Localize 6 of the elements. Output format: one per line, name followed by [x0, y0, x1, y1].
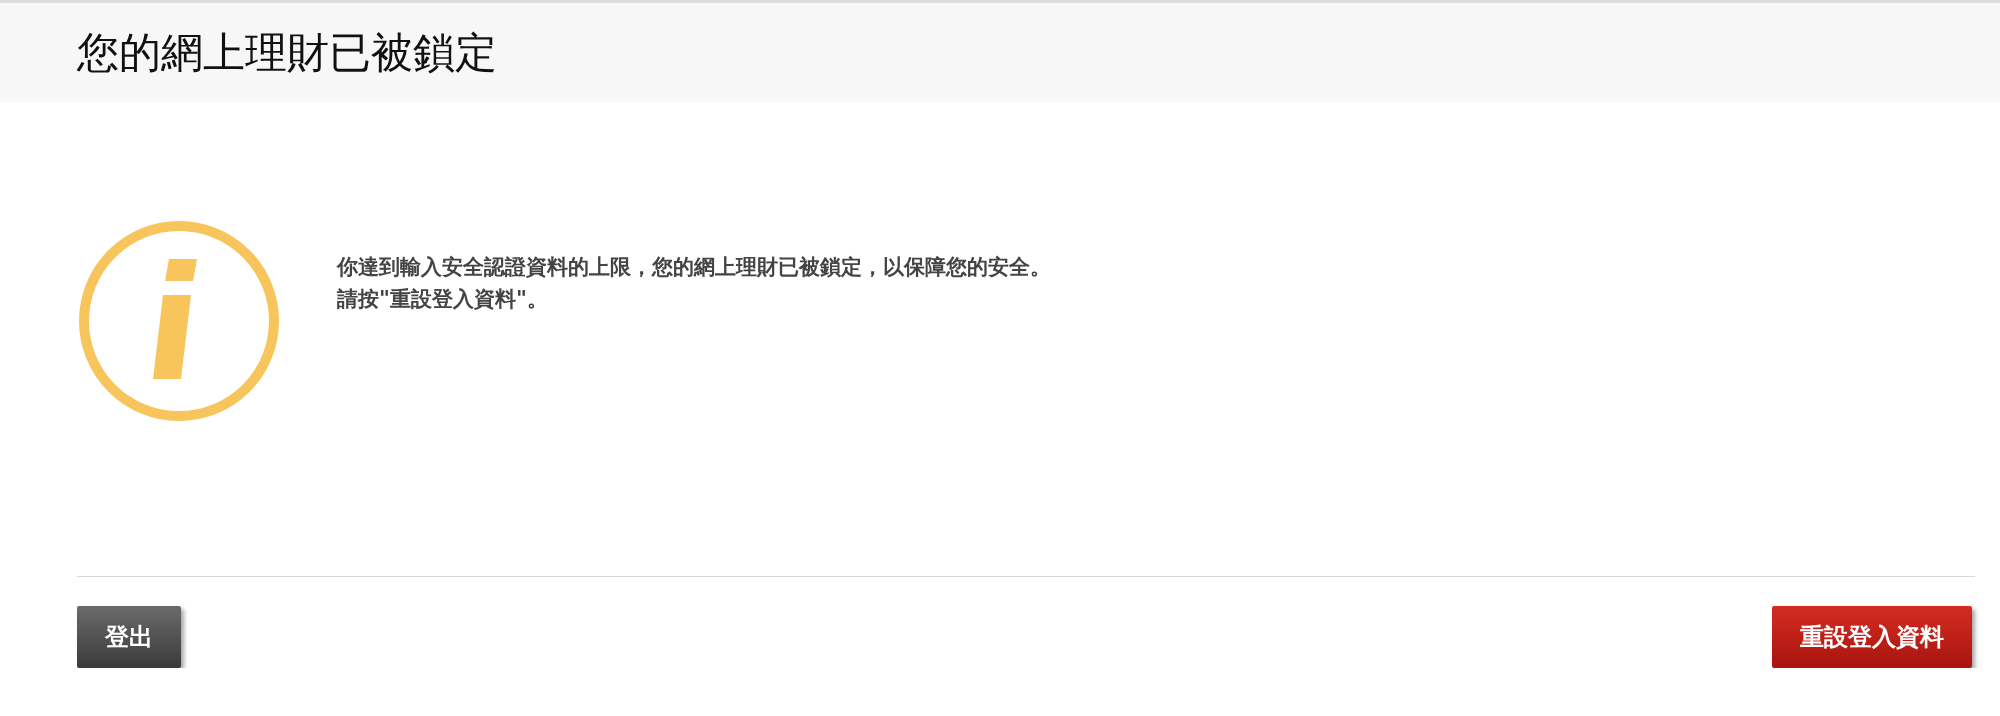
logout-button[interactable]: 登出 [77, 606, 181, 668]
reset-login-button[interactable]: 重設登入資料 [1772, 606, 1972, 668]
info-icon [77, 219, 281, 423]
message-text: 請按"重設登入資料"。 [337, 286, 549, 313]
page-title: 您的網上理財已被鎖定 [77, 26, 497, 79]
message-text: 你達到輸入安全認證資料的上限，您的網上理財已被鎖定，以保障您的安全。 [337, 254, 1051, 281]
